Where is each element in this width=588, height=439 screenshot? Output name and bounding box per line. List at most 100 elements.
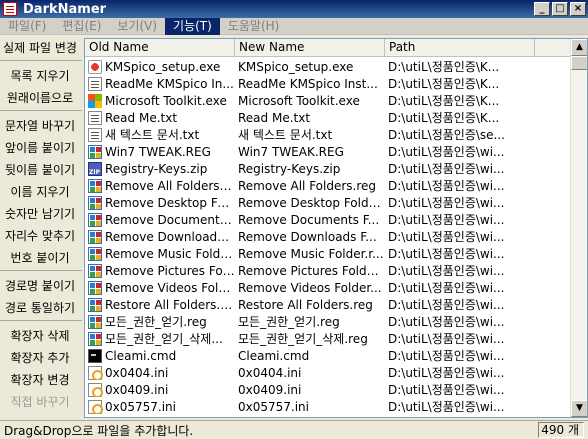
add-number-button[interactable]: 번호 붙이기 <box>0 248 80 268</box>
reg-file-icon <box>88 263 102 278</box>
sidebar: 실제 파일 변경 목록 지우기 원래이름으로 문자열 바꾸기 앞이름 붙이기 뒷… <box>0 38 82 418</box>
list-item[interactable]: Remove Videos Fold... Remove Videos Folde… <box>85 279 571 296</box>
old-name-cell: Remove Desktop Fol... <box>85 195 235 210</box>
new-name-cell: Remove All Folders.reg <box>238 178 377 193</box>
old-name-cell: ReadMe KMSpico In... <box>85 76 235 91</box>
new-name-cell: Win7 TWEAK.REG <box>238 144 344 159</box>
menu-function[interactable]: 기능(T) <box>165 17 220 35</box>
scroll-up-button[interactable]: ▲ <box>571 39 587 56</box>
menu-help[interactable]: 도움말(H) <box>220 18 288 35</box>
old-name-cell: Remove Downloads ... <box>85 229 235 244</box>
pad-digits-button[interactable]: 자리수 맞추기 <box>0 226 80 246</box>
zip-file-icon <box>88 161 102 176</box>
path-cell: D:\utiL\정품인증\se... <box>388 128 505 142</box>
new-name-cell: Registry-Keys.zip <box>238 161 341 176</box>
list-item[interactable]: Win7 TWEAK.REG Win7 TWEAK.REG D:\utiL\정품인증… <box>85 143 571 160</box>
list-item[interactable]: Registry-Keys.zip Registry-Keys.zip D:\uti… <box>85 160 571 177</box>
add-prefix-button[interactable]: 앞이름 붙이기 <box>0 138 80 158</box>
replace-string-button[interactable]: 문자열 바꾸기 <box>0 116 80 136</box>
list-item[interactable]: 모든_권한_얻기.reg 모든_권한_얻기.reg D:\utiL\정품인증\wi.… <box>85 313 571 330</box>
close-button[interactable]: × <box>570 2 586 16</box>
old-name-cell: Read Me.txt <box>85 110 235 125</box>
new-name-cell: Remove Music Folder.r... <box>238 246 384 261</box>
column-old-name[interactable]: Old Name <box>85 39 235 57</box>
new-name-cell: 0x05757.ini <box>238 399 309 414</box>
scroll-thumb[interactable] <box>571 56 587 70</box>
vertical-scrollbar[interactable]: ▲ ▼ <box>570 39 587 417</box>
keep-numbers-button[interactable]: 숫자만 남기기 <box>0 204 80 224</box>
list-item[interactable]: Remove Documents ... Remove Documents F..… <box>85 211 571 228</box>
old-name-cell: Remove All Folders.reg <box>85 178 235 193</box>
list-item[interactable]: Restore All Folders.reg Restore All Folde… <box>85 296 571 313</box>
list-item[interactable]: Cleami.cmd Cleami.cmd D:\utiL\정품인증\wi... <box>85 347 571 364</box>
path-cell: D:\utiL\정품인증\wi... <box>388 247 505 261</box>
text-file-icon <box>88 110 102 125</box>
new-name-cell: Remove Downloads F... <box>238 229 377 244</box>
minimize-button[interactable]: _ <box>534 2 550 16</box>
unify-path-button[interactable]: 경로 통일하기 <box>0 298 80 318</box>
list-item[interactable]: Microsoft Toolkit.exe Microsoft Toolkit.e… <box>85 92 571 109</box>
delete-name-button[interactable]: 이름 지우기 <box>0 182 80 202</box>
list-item[interactable]: Remove All Folders.reg Remove All Folders… <box>85 177 571 194</box>
new-name-cell: 0x0404.ini <box>238 365 302 380</box>
reg-file-icon <box>88 297 102 312</box>
path-cell: D:\utiL\정품인증\wi... <box>388 366 505 380</box>
path-cell: D:\utiL\정품인증\wi... <box>388 298 505 312</box>
old-name-cell: 모든_권한_얻기_삭제... <box>85 330 235 347</box>
delete-extension-button[interactable]: 확장자 삭제 <box>0 326 80 346</box>
reg-file-icon <box>88 212 102 227</box>
list-item[interactable]: KMSpico_setup.exe KMSpico_setup.exe D:\uti… <box>85 58 571 75</box>
old-name-text: Remove Videos Fold... <box>105 280 235 295</box>
old-name-cell: Remove Pictures Fol... <box>85 263 235 278</box>
restore-original-button[interactable]: 원래이름으로 <box>0 88 80 108</box>
list-item[interactable]: 모든_권한_얻기_삭제... 모든_권한_얻기_삭제.reg D:\utiL\정품인… <box>85 330 571 347</box>
new-name-cell: Restore All Folders.reg <box>238 297 373 312</box>
maximize-button[interactable]: □ <box>552 2 568 16</box>
list-item[interactable]: Remove Desktop Fol... Remove Desktop Fold… <box>85 194 571 211</box>
old-name-text: Remove All Folders.reg <box>105 178 235 193</box>
add-suffix-button[interactable]: 뒷이름 붙이기 <box>0 160 80 180</box>
scroll-down-button[interactable]: ▼ <box>571 400 587 417</box>
list-item[interactable]: 0x05757.ini 0x05757.ini D:\utiL\정품인증\wi... <box>85 398 571 415</box>
change-extension-button[interactable]: 확장자 변경 <box>0 370 80 390</box>
new-name-cell: Microsoft Toolkit.exe <box>238 93 360 108</box>
file-list[interactable]: Old Name New Name Path KMSpico_setup.exe… <box>84 38 588 418</box>
reg-file-icon <box>88 314 102 329</box>
window-controls: _ □ × <box>534 2 586 16</box>
list-item[interactable]: 새 텍스트 문서.txt 새 텍스트 문서.txt D:\utiL\정품인증\se.… <box>85 126 571 143</box>
reg-file-icon <box>88 178 102 193</box>
old-name-text: Remove Music Folde... <box>105 246 235 261</box>
new-name-cell: ReadMe KMSpico Inst... <box>238 76 378 91</box>
list-item[interactable]: 0x0404.ini 0x0404.ini D:\utiL\정품인증\wi... <box>85 364 571 381</box>
menu-view[interactable]: 보기(V) <box>109 18 165 35</box>
list-item[interactable]: Remove Downloads ... Remove Downloads F..… <box>85 228 571 245</box>
column-new-name[interactable]: New Name <box>235 39 385 57</box>
new-name-cell: Remove Documents F... <box>238 212 380 227</box>
setup-file-icon <box>88 59 102 74</box>
path-cell: D:\utiL\정품인증\wi... <box>388 179 505 193</box>
ini-file-icon <box>88 365 103 380</box>
reg-file-icon <box>88 331 102 346</box>
menu-edit[interactable]: 편집(E) <box>54 18 109 35</box>
list-item[interactable]: 0x0409.ini 0x0409.ini D:\utiL\정품인증\wi... <box>85 381 571 398</box>
old-name-text: 모든_권한_얻기.reg <box>105 315 207 329</box>
list-item[interactable]: Remove Music Folde... Remove Music Folder… <box>85 245 571 262</box>
menu-file[interactable]: 파일(F) <box>0 18 54 35</box>
status-message: Drag&Drop으로 파일을 추가합니다. <box>4 423 194 438</box>
title-bar[interactable]: DarkNamer _ □ × <box>0 0 588 18</box>
old-name-text: Restore All Folders.reg <box>105 297 235 312</box>
add-path-button[interactable]: 경로명 붙이기 <box>0 276 80 296</box>
add-extension-button[interactable]: 확장자 추가 <box>0 348 80 368</box>
column-path[interactable]: Path <box>385 39 535 57</box>
old-name-cell: Remove Documents ... <box>85 212 235 227</box>
old-name-text: Cleami.cmd <box>105 348 177 363</box>
list-item[interactable]: Remove Pictures Fol... Remove Pictures Fo… <box>85 262 571 279</box>
reg-file-icon <box>88 144 102 159</box>
old-name-cell: 0x0409.ini <box>85 382 235 397</box>
list-item[interactable]: ReadMe KMSpico In... ReadMe KMSpico Inst.… <box>85 75 571 92</box>
apply-rename-button[interactable]: 실제 파일 변경 <box>0 38 80 58</box>
list-item[interactable]: Read Me.txt Read Me.txt D:\utiL\정품인증\K... <box>85 109 571 126</box>
clear-list-button[interactable]: 목록 지우기 <box>0 66 80 86</box>
direct-rename-button[interactable]: 직접 바꾸기 <box>0 392 80 412</box>
path-cell: D:\utiL\정품인증\K... <box>388 77 500 91</box>
